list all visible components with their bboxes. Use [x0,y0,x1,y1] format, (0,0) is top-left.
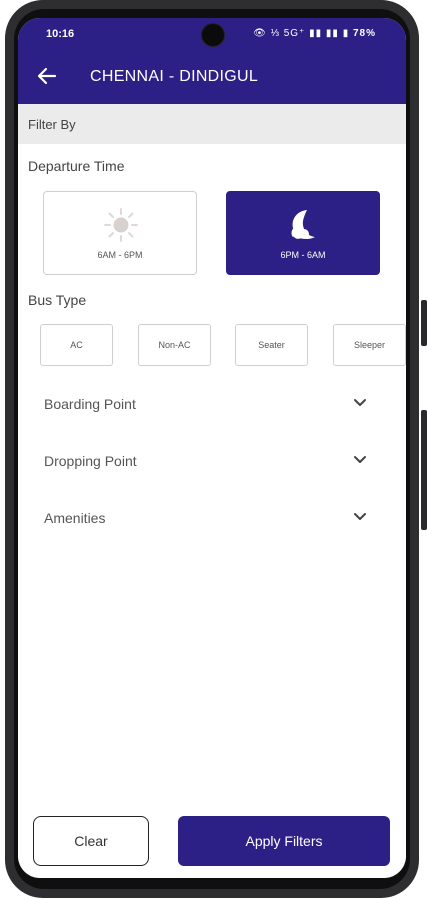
apply-filters-button[interactable]: Apply Filters [178,816,390,866]
signal-indicators: 👁 ⅓ 5G⁺ ▮▮ ▮▮ [253,28,339,39]
battery-icon: ▮ [342,28,350,39]
status-bar: 10:16 👁 ⅓ 5G⁺ ▮▮ ▮▮ ▮ 78% [18,18,406,50]
app-bar: CHENNAI - DINDIGUL [18,50,406,104]
bus-type-title: Bus Type [28,292,87,308]
departure-option-day[interactable]: 6AM - 6PM [43,191,197,275]
sun-icon [104,208,138,242]
status-icons: 👁 ⅓ 5G⁺ ▮▮ ▮▮ ▮ 78% [253,28,376,39]
battery-level: 78% [352,28,376,39]
chevron-down-icon [354,399,366,406]
chevron-down-icon [354,456,366,463]
phone-device: 10:16 👁 ⅓ 5G⁺ ▮▮ ▮▮ ▮ 78% CHENNAI - DIND… [0,0,427,900]
bus-type-chip-seater[interactable]: Seater [235,324,308,366]
page-title: CHENNAI - DINDIGUL [90,68,259,85]
back-button[interactable] [36,65,58,87]
status-time: 10:16 [46,28,75,40]
accordion-boarding-point-label: Boarding Point [44,396,136,412]
action-bar: Clear Apply Filters [18,808,406,878]
bus-type-chip-sleeper[interactable]: Sleeper [333,324,406,366]
volume-button [421,300,427,346]
moon-icon [291,210,315,241]
filter-header-label: Filter By [28,117,76,132]
bus-type-chip-non-ac[interactable]: Non-AC [138,324,211,366]
accordion-dropping-point-label: Dropping Point [44,453,137,469]
bus-type-chip-ac[interactable]: AC [40,324,113,366]
accordion-dropping-point[interactable]: Dropping Point [18,441,406,481]
departure-option-night-label: 6PM - 6AM [280,250,326,260]
departure-option-day-label: 6AM - 6PM [97,250,143,260]
clear-button[interactable]: Clear [33,816,149,866]
departure-time-title: Departure Time [28,158,125,174]
accordion-boarding-point[interactable]: Boarding Point [18,384,406,424]
chevron-down-icon [354,513,366,520]
front-camera [201,23,225,47]
app-screen: 10:16 👁 ⅓ 5G⁺ ▮▮ ▮▮ ▮ 78% CHENNAI - DIND… [18,18,406,878]
accordion-amenities-label: Amenities [44,510,106,526]
filter-header: Filter By [18,104,406,144]
power-button [421,410,427,530]
arrow-left-icon [37,67,57,85]
accordion-amenities[interactable]: Amenities [18,498,406,538]
departure-option-night[interactable]: 6PM - 6AM [226,191,380,275]
